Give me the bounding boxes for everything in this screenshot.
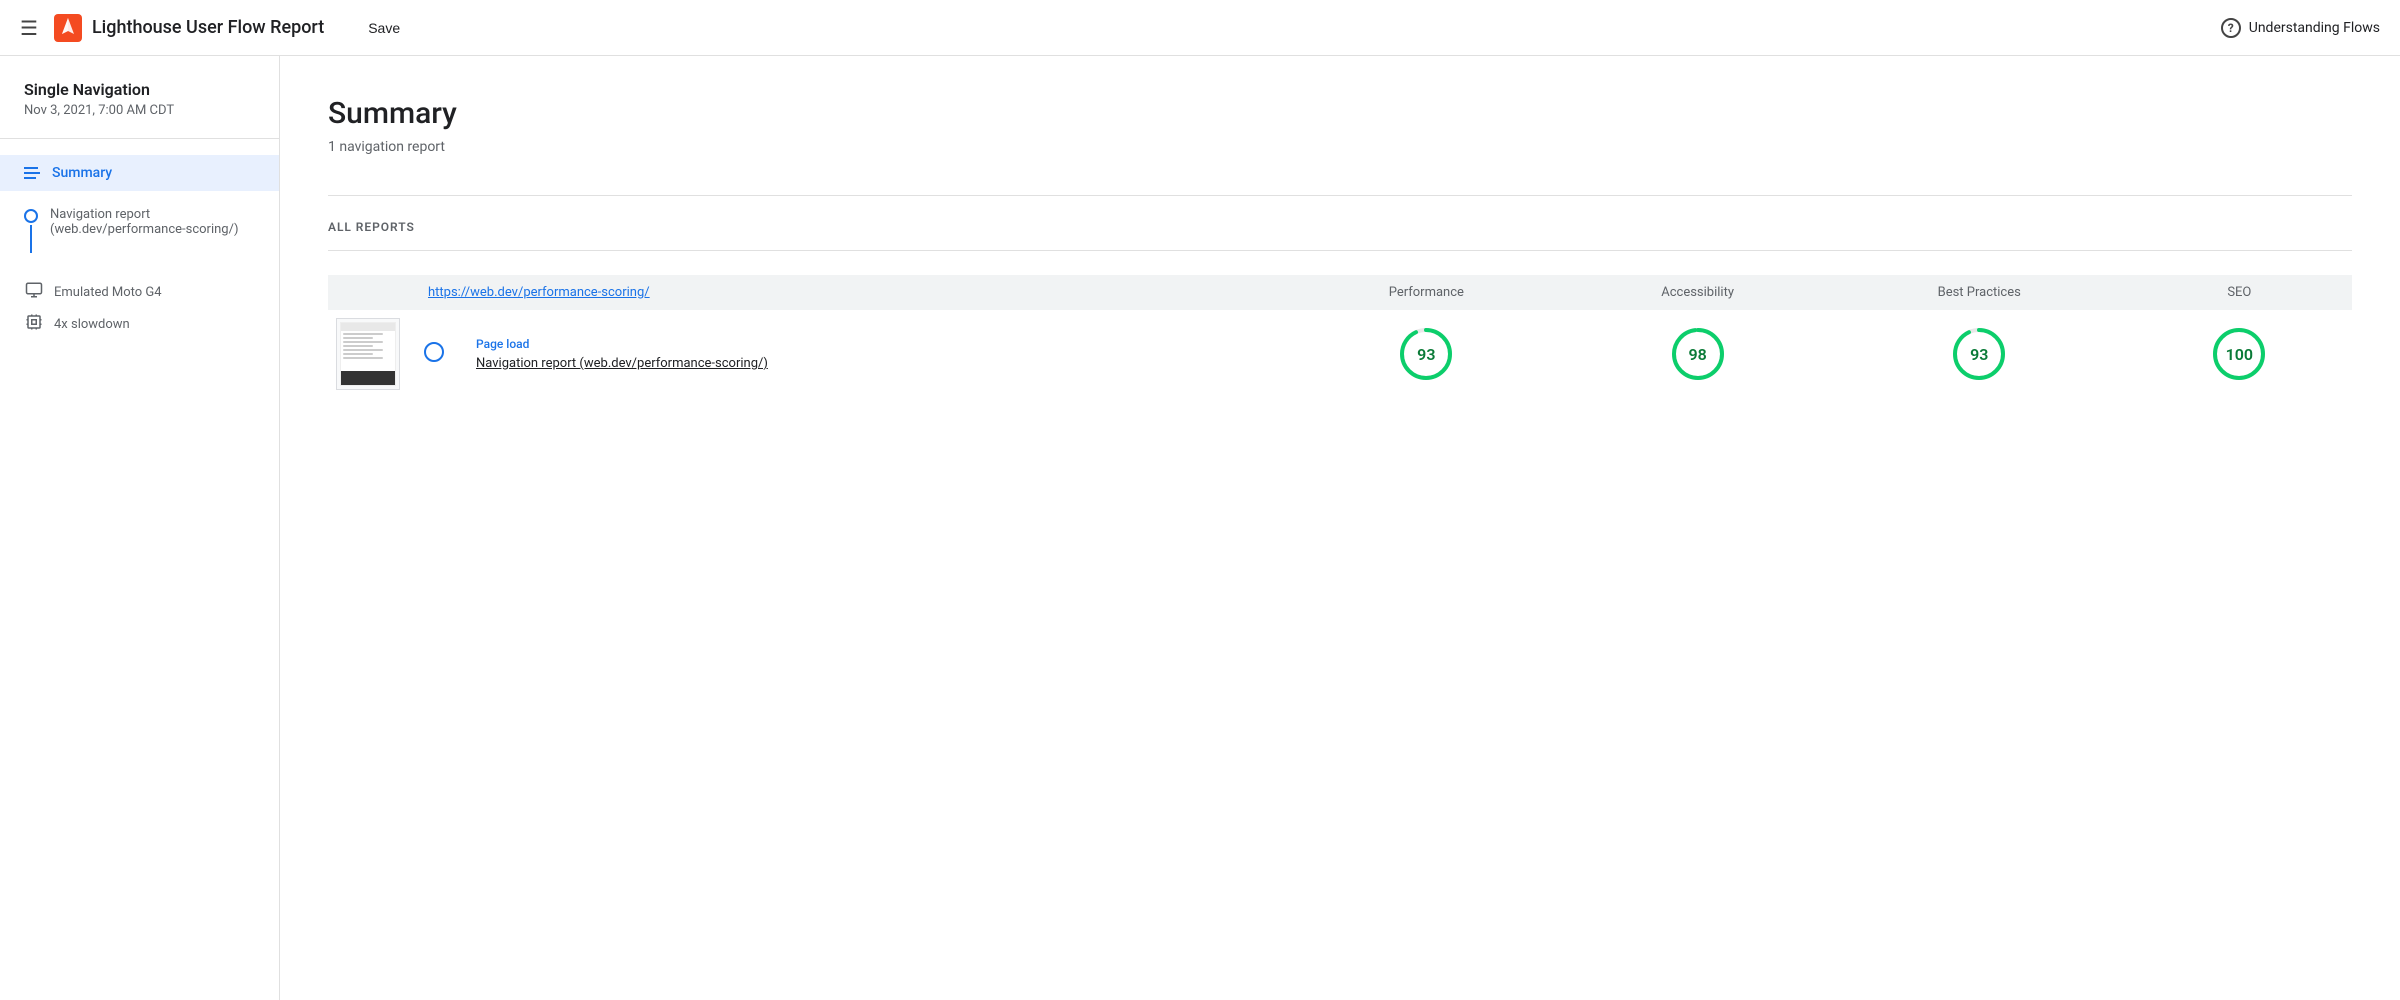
seo-column-header: SEO <box>2127 275 2352 310</box>
table-row: Page load Navigation report (web.dev/per… <box>328 310 2352 398</box>
url-header-link[interactable]: https://web.dev/performance-scoring/ <box>428 285 650 300</box>
best-practices-score-text: 93 <box>1970 345 1988 364</box>
accessibility-score-circle[interactable]: 98 <box>1670 326 1726 382</box>
sidebar-nav-report-text: Navigation report (web.dev/performance-s… <box>50 207 238 237</box>
seo-score-cell: 100 <box>2127 310 2352 398</box>
device-label: Emulated Moto G4 <box>54 285 162 300</box>
save-button[interactable]: Save <box>356 14 412 42</box>
performance-column-header: Performance <box>1289 275 1563 310</box>
lighthouse-logo <box>54 14 82 42</box>
best-practices-score-cell: 93 <box>1832 310 2127 398</box>
best-practices-column-header: Best Practices <box>1832 275 2127 310</box>
report-radio[interactable] <box>424 342 444 362</box>
all-reports-label: ALL REPORTS <box>328 220 2352 234</box>
app-title: Lighthouse User Flow Report <box>92 17 324 38</box>
seo-score-text: 100 <box>2226 345 2253 364</box>
accessibility-column-header: Accessibility <box>1564 275 1832 310</box>
summary-title: Summary <box>328 96 2352 131</box>
accessibility-score-text: 98 <box>1688 345 1706 364</box>
table-top-divider <box>328 250 2352 251</box>
main-layout: Single Navigation Nov 3, 2021, 7:00 AM C… <box>0 56 2400 1000</box>
report-thumbnail <box>336 318 400 390</box>
performance-score-circle[interactable]: 93 <box>1398 326 1454 382</box>
sidebar-nav-report[interactable]: Navigation report (web.dev/performance-s… <box>0 191 279 269</box>
main-content: Summary 1 navigation report ALL REPORTS … <box>280 56 2400 1000</box>
performance-score-cell: 93 <box>1289 310 1563 398</box>
sidebar-meta-throttle: 4x slowdown <box>24 313 255 335</box>
pin-icon <box>24 209 38 253</box>
sidebar-date: Nov 3, 2021, 7:00 AM CDT <box>0 103 279 138</box>
sidebar-divider <box>0 138 279 139</box>
throttle-label: 4x slowdown <box>54 317 130 332</box>
report-type-label: Page load <box>476 337 1273 351</box>
understanding-flows-label: Understanding Flows <box>2249 20 2380 36</box>
best-practices-score-circle[interactable]: 93 <box>1951 326 2007 382</box>
seo-score-circle[interactable]: 100 <box>2211 326 2267 382</box>
section-divider <box>328 195 2352 196</box>
device-icon <box>24 281 44 303</box>
list-icon <box>24 167 40 179</box>
sidebar: Single Navigation Nov 3, 2021, 7:00 AM C… <box>0 56 280 1000</box>
help-icon: ? <box>2221 18 2241 38</box>
report-thumbnail-cell <box>328 310 408 398</box>
top-navigation: ☰ Lighthouse User Flow Report Save ? Und… <box>0 0 2400 56</box>
performance-score-text: 93 <box>1417 345 1435 364</box>
reports-table: https://web.dev/performance-scoring/ Per… <box>328 275 2352 398</box>
url-column-header: https://web.dev/performance-scoring/ <box>328 275 1289 310</box>
sidebar-meta-device: Emulated Moto G4 <box>24 281 255 303</box>
table-header-row: https://web.dev/performance-scoring/ Per… <box>328 275 2352 310</box>
accessibility-score-cell: 98 <box>1564 310 1832 398</box>
report-radio-cell[interactable] <box>408 310 460 398</box>
sidebar-summary-label: Summary <box>52 165 112 181</box>
sidebar-meta: Emulated Moto G4 4x slowdown <box>0 269 279 357</box>
report-info-cell: Page load Navigation report (web.dev/per… <box>460 310 1289 398</box>
cpu-icon <box>24 313 44 335</box>
report-name-link[interactable]: Navigation report (web.dev/performance-s… <box>476 356 768 371</box>
hamburger-menu[interactable]: ☰ <box>20 16 38 40</box>
sidebar-item-summary[interactable]: Summary <box>0 155 279 191</box>
sidebar-section-title: Single Navigation <box>0 80 279 103</box>
summary-subtitle: 1 navigation report <box>328 139 2352 155</box>
understanding-flows-link[interactable]: ? Understanding Flows <box>2221 18 2380 38</box>
